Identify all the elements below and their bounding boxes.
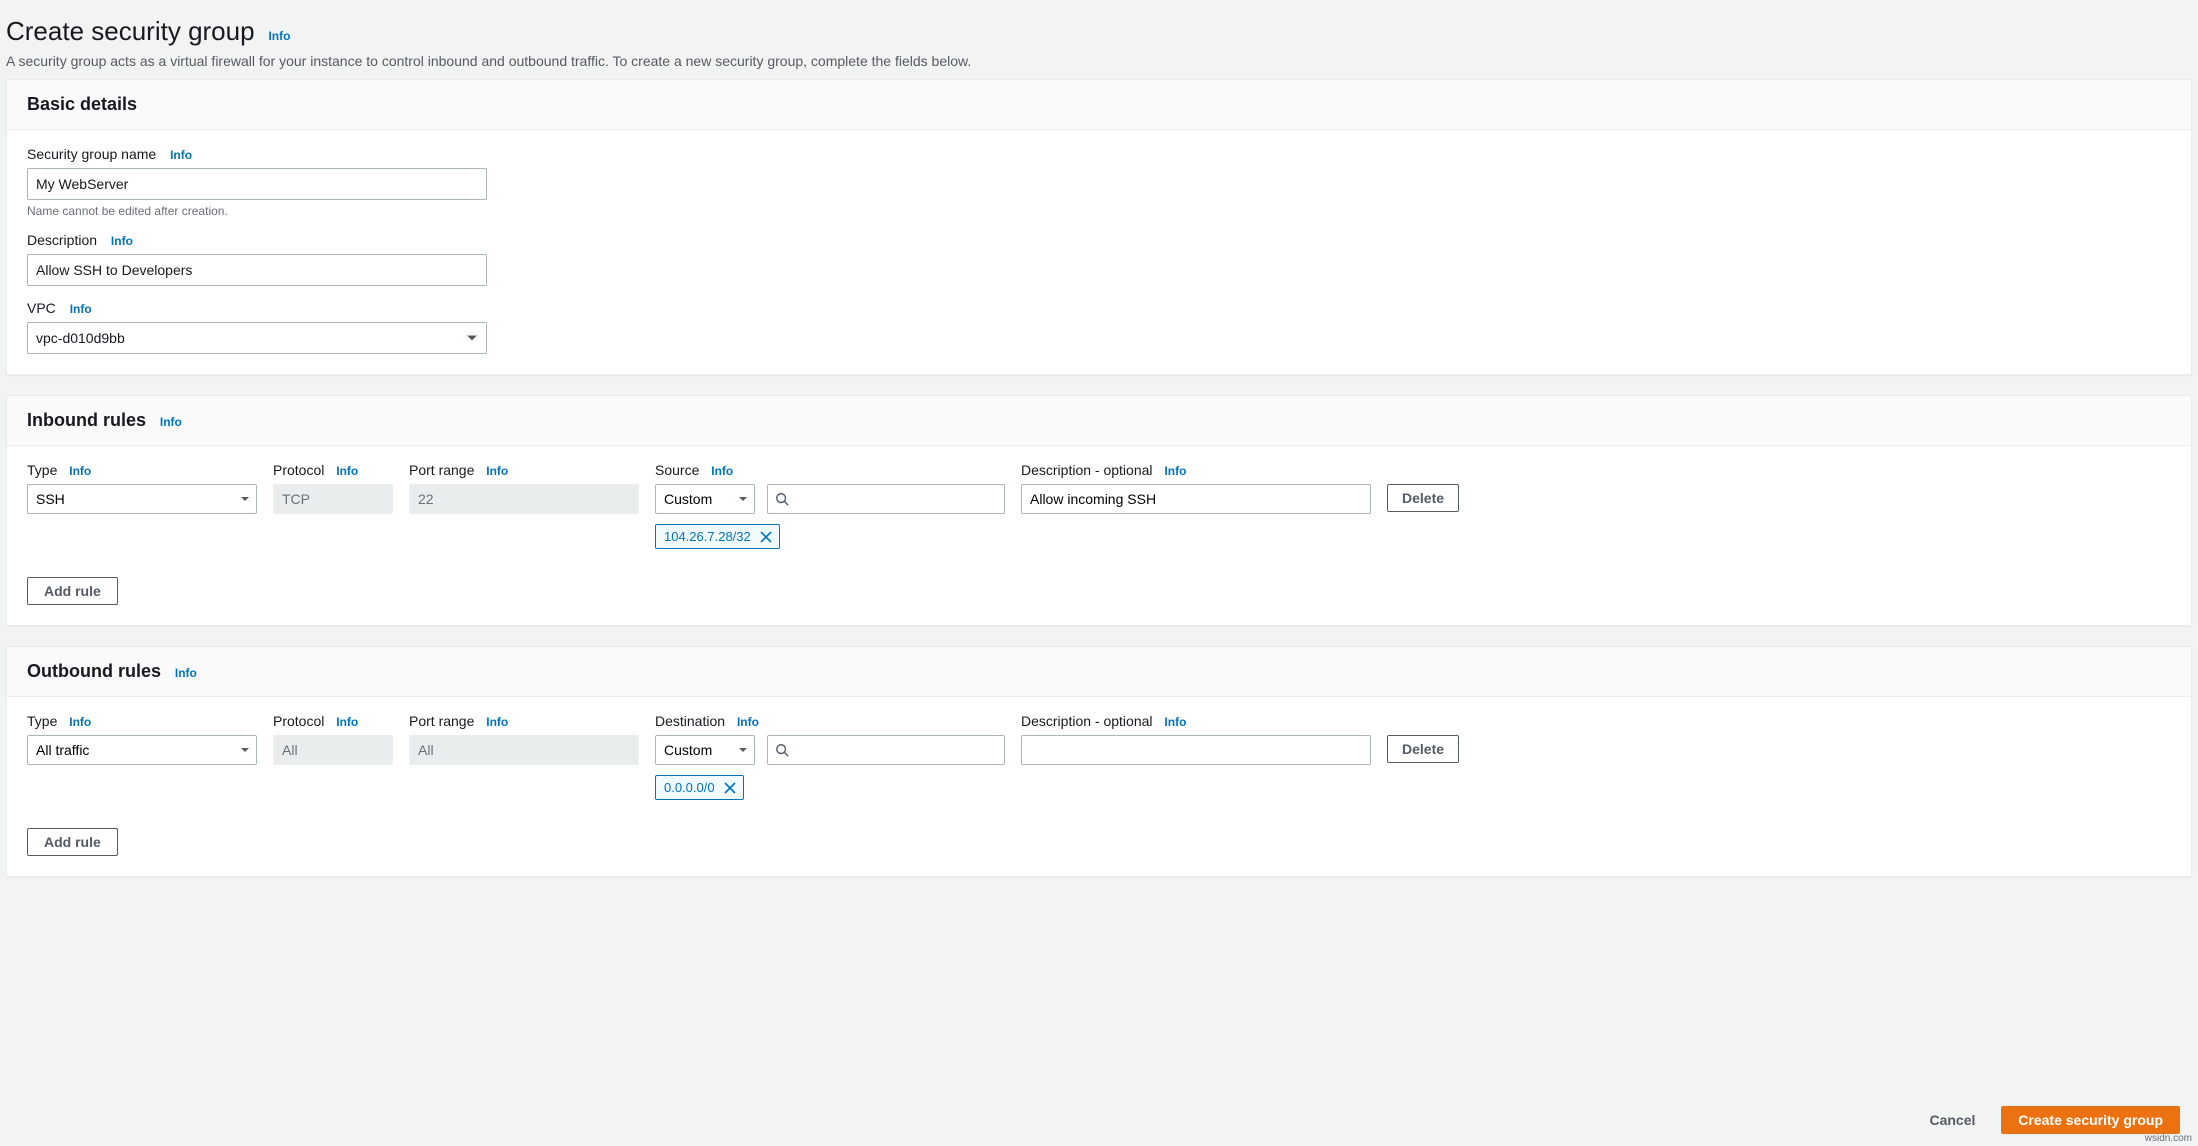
page-title-text: Create security group <box>6 16 255 46</box>
footer-actions: Cancel Create security group <box>0 1094 2198 1146</box>
inbound-col-port-info[interactable]: Info <box>486 464 508 478</box>
inbound-type-select[interactable] <box>27 484 257 514</box>
outbound-col-dest-info[interactable]: Info <box>737 715 759 729</box>
page-header: Create security group Info A security gr… <box>6 12 2192 79</box>
outbound-destination-chip-text: 0.0.0.0/0 <box>664 780 715 795</box>
sg-vpc-info-link[interactable]: Info <box>70 302 92 316</box>
outbound-type-select[interactable] <box>27 735 257 765</box>
inbound-col-desc-info[interactable]: Info <box>1164 464 1186 478</box>
inbound-port-field <box>409 484 639 514</box>
sg-vpc-select[interactable] <box>27 322 487 354</box>
sg-desc-info-link[interactable]: Info <box>111 234 133 248</box>
sg-vpc-label: VPC Info <box>27 300 2171 316</box>
inbound-description-input[interactable] <box>1021 484 1371 514</box>
sg-name-info-link[interactable]: Info <box>170 148 192 162</box>
inbound-col-source: Source <box>655 462 699 478</box>
sg-desc-label-text: Description <box>27 232 97 248</box>
basic-details-panel-header: Basic details <box>7 80 2191 130</box>
close-icon[interactable] <box>759 530 773 544</box>
page-subtitle: A security group acts as a virtual firew… <box>6 53 2192 69</box>
outbound-col-protocol-info[interactable]: Info <box>336 715 358 729</box>
outbound-col-type: Type <box>27 713 57 729</box>
outbound-rules-info-link[interactable]: Info <box>175 666 197 680</box>
inbound-delete-rule-button[interactable]: Delete <box>1387 484 1459 512</box>
inbound-col-source-info[interactable]: Info <box>711 464 733 478</box>
sg-name-label-text: Security group name <box>27 146 156 162</box>
outbound-destination-chip: 0.0.0.0/0 <box>655 775 744 800</box>
outbound-col-type-info[interactable]: Info <box>69 715 91 729</box>
outbound-col-port-info[interactable]: Info <box>486 715 508 729</box>
inbound-source-search-input[interactable] <box>767 484 1005 514</box>
outbound-destination-search-input[interactable] <box>767 735 1005 765</box>
inbound-col-protocol-info[interactable]: Info <box>336 464 358 478</box>
sg-desc-label: Description Info <box>27 232 2171 248</box>
inbound-col-desc: Description - optional <box>1021 462 1153 478</box>
sg-vpc-label-text: VPC <box>27 300 56 316</box>
inbound-source-chip: 104.26.7.28/32 <box>655 524 780 549</box>
outbound-rules-header: Outbound rules Info <box>7 647 2191 697</box>
attribution-text: wsidn.com <box>2145 1133 2192 1144</box>
inbound-rule-columns: Type Info Protocol Info Port range Info … <box>27 462 2171 484</box>
inbound-rules-info-link[interactable]: Info <box>160 415 182 429</box>
inbound-add-rule-button[interactable]: Add rule <box>27 577 118 605</box>
create-security-group-button[interactable]: Create security group <box>2001 1106 2180 1134</box>
inbound-rule-row: 104.26.7.28/32 Delete <box>27 484 2171 549</box>
page-title-info-link[interactable]: Info <box>268 29 290 43</box>
outbound-protocol-field <box>273 735 393 765</box>
sg-name-helper: Name cannot be edited after creation. <box>27 204 2171 218</box>
outbound-rules-title: Outbound rules <box>27 661 161 682</box>
outbound-rule-columns: Type Info Protocol Info Port range Info … <box>27 713 2171 735</box>
outbound-add-rule-button[interactable]: Add rule <box>27 828 118 856</box>
outbound-port-field <box>409 735 639 765</box>
basic-details-panel: Basic details Security group name Info N… <box>6 79 2192 375</box>
inbound-source-mode-select[interactable] <box>655 484 755 514</box>
outbound-col-desc: Description - optional <box>1021 713 1153 729</box>
outbound-destination-mode-select[interactable] <box>655 735 755 765</box>
inbound-rules-title: Inbound rules <box>27 410 146 431</box>
inbound-protocol-field <box>273 484 393 514</box>
search-icon <box>775 492 789 506</box>
inbound-col-protocol: Protocol <box>273 462 324 478</box>
sg-name-label: Security group name Info <box>27 146 2171 162</box>
outbound-col-desc-info[interactable]: Info <box>1164 715 1186 729</box>
inbound-col-type: Type <box>27 462 57 478</box>
outbound-rules-panel: Outbound rules Info Type Info Protocol I… <box>6 646 2192 877</box>
outbound-rule-row: 0.0.0.0/0 Delete <box>27 735 2171 800</box>
sg-desc-input[interactable] <box>27 254 487 286</box>
close-icon[interactable] <box>723 781 737 795</box>
outbound-col-port: Port range <box>409 713 474 729</box>
inbound-rules-panel: Inbound rules Info Type Info Protocol In… <box>6 395 2192 626</box>
inbound-rules-header: Inbound rules Info <box>7 396 2191 446</box>
page-title: Create security group <box>6 16 255 47</box>
cancel-button[interactable]: Cancel <box>1913 1106 1991 1134</box>
inbound-source-chip-text: 104.26.7.28/32 <box>664 529 751 544</box>
outbound-description-input[interactable] <box>1021 735 1371 765</box>
inbound-col-type-info[interactable]: Info <box>69 464 91 478</box>
sg-name-input[interactable] <box>27 168 487 200</box>
outbound-col-dest: Destination <box>655 713 725 729</box>
basic-details-title: Basic details <box>27 94 137 115</box>
inbound-col-port: Port range <box>409 462 474 478</box>
outbound-delete-rule-button[interactable]: Delete <box>1387 735 1459 763</box>
outbound-col-protocol: Protocol <box>273 713 324 729</box>
search-icon <box>775 743 789 757</box>
